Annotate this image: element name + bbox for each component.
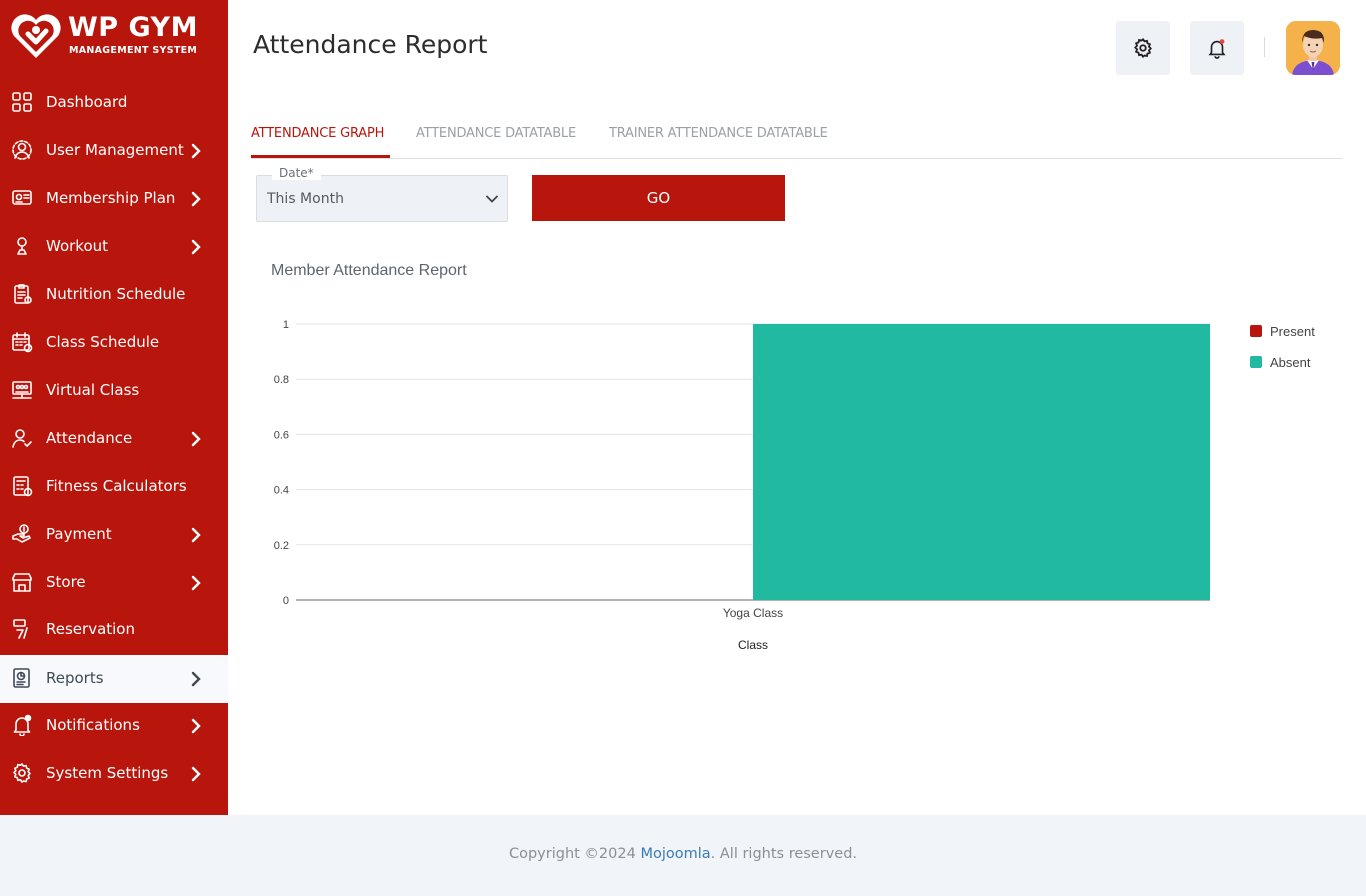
- legend-label-absent: Absent: [1270, 355, 1311, 370]
- sidebar-item-label: System Settings: [46, 764, 169, 782]
- gear-icon: [13, 763, 31, 783]
- sidebar-item-notifications[interactable]: Notifications: [0, 702, 228, 750]
- footer-mojoomla-link[interactable]: Mojoomla: [640, 846, 710, 862]
- footer: Copyright ©2024 Mojoomla. All rights res…: [0, 815, 1366, 896]
- bar-absent-yoga-class: [753, 324, 1210, 600]
- y-tick-label: 1: [283, 319, 289, 331]
- y-tick-label: 0.6: [274, 429, 289, 441]
- sidebar-item-system-settings[interactable]: System Settings: [0, 750, 228, 798]
- footer-prefix: Copyright ©2024: [508, 846, 641, 862]
- sidebar-item-label: Notifications: [46, 716, 140, 734]
- attendance-bar-chart: 0 0.2 0.4 0.6 0.8 1 Yoga Class Class Present Abse…: [274, 319, 1315, 652]
- legend-swatch-present: [1250, 325, 1262, 337]
- footer-suffix: . All rights reserved.: [710, 846, 858, 862]
- legend-label-present: Present: [1270, 324, 1315, 339]
- y-tick-label: 0.2: [274, 540, 289, 552]
- legend-swatch-absent: [1250, 356, 1262, 368]
- chevron-right-icon: [191, 718, 201, 734]
- bell-icon: [13, 714, 32, 736]
- x-axis-title: Class: [738, 638, 768, 652]
- y-tick-label: 0.4: [274, 485, 289, 497]
- footer-copyright: Copyright ©2024 Mojoomla. All rights res…: [0, 846, 1366, 862]
- y-tick-label: 0.8: [274, 374, 289, 386]
- chevron-right-icon: [191, 766, 201, 782]
- y-tick-label: 0: [283, 595, 289, 607]
- x-tick-label: Yoga Class: [723, 606, 783, 620]
